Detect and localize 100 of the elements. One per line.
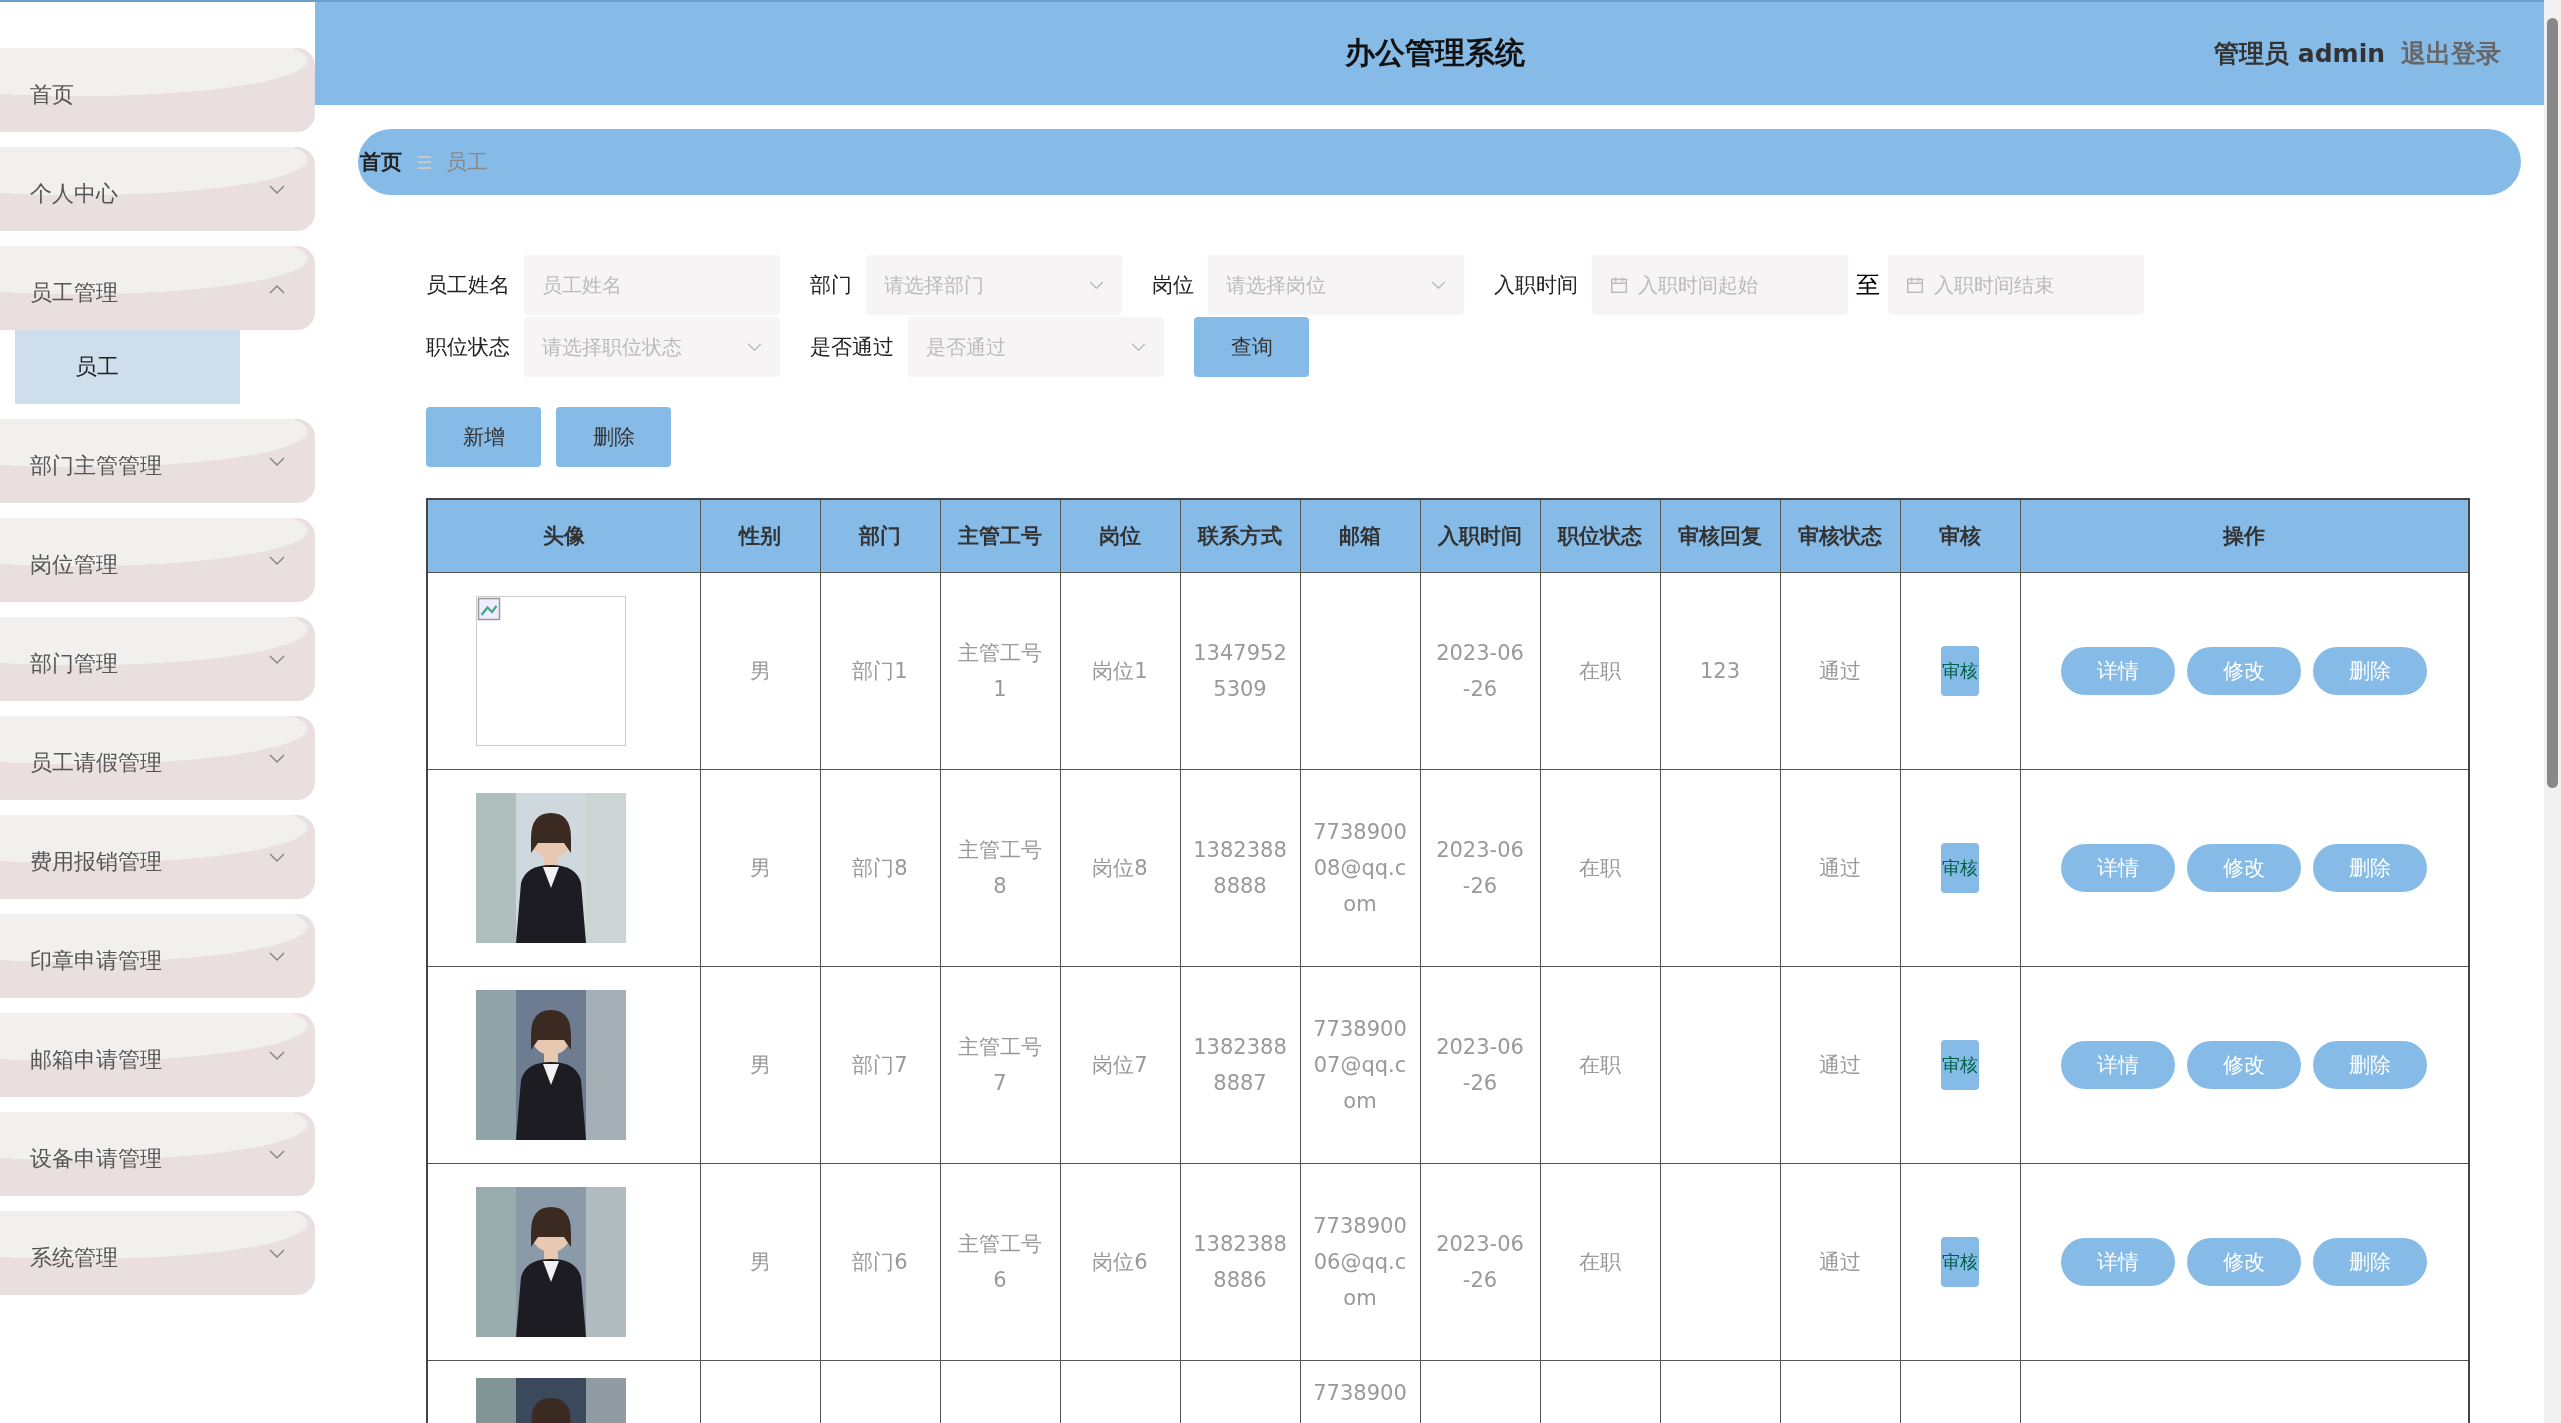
action-button[interactable]: 删除 bbox=[556, 407, 671, 467]
sidebar-item[interactable]: 设备申请管理 bbox=[0, 1112, 315, 1196]
table-cell: 13823888886 bbox=[1193, 1232, 1287, 1292]
action-button[interactable]: 新增 bbox=[426, 407, 541, 467]
row-action-button[interactable]: 删除 bbox=[2313, 647, 2428, 695]
filter-label: 入职时间 bbox=[1494, 272, 1578, 299]
table-cell: 主管工号7 bbox=[958, 1035, 1042, 1095]
column-header: 岗位 bbox=[1060, 499, 1180, 573]
row-action-button[interactable]: 修改 bbox=[2187, 647, 2302, 695]
table-cell: 在职 bbox=[1579, 1053, 1621, 1077]
row-action-button[interactable]: 删除 bbox=[2313, 844, 2428, 892]
scrollbar[interactable] bbox=[2544, 0, 2561, 1423]
filter-label: 岗位 bbox=[1152, 272, 1194, 299]
column-header: 性别 bbox=[700, 499, 820, 573]
table-cell: 13823888888 bbox=[1193, 838, 1287, 898]
table-cell: 男 bbox=[749, 1053, 771, 1077]
sidebar-item[interactable]: 个人中心 bbox=[0, 147, 315, 231]
table-cell: 2023-06-26 bbox=[1436, 1232, 1524, 1292]
table-cell: 13823888887 bbox=[1193, 1035, 1287, 1095]
table-cell: 部门1 bbox=[852, 659, 908, 683]
chevron-down-icon bbox=[1431, 280, 1446, 290]
table-cell: 男 bbox=[749, 856, 771, 880]
table-cell: 2023-06-26 bbox=[1436, 838, 1524, 898]
row-action-button[interactable]: 详情 bbox=[2061, 844, 2176, 892]
column-header: 入职时间 bbox=[1420, 499, 1540, 573]
table-cell: 2023-06-26 bbox=[1436, 641, 1524, 701]
table-cell: 在职 bbox=[1579, 659, 1621, 683]
column-header: 联系方式 bbox=[1180, 499, 1300, 573]
breadcrumb-item[interactable]: 首页 bbox=[360, 148, 402, 176]
range-separator: 至 bbox=[1856, 270, 1880, 301]
table-cell: 773890008@qq.com bbox=[1313, 820, 1407, 916]
table-cell: 通过 bbox=[1819, 1053, 1861, 1077]
sidebar-item[interactable]: 费用报销管理 bbox=[0, 815, 315, 899]
review-button[interactable]: 审核 bbox=[1941, 1040, 1979, 1090]
table-cell: 岗位7 bbox=[1092, 1053, 1148, 1077]
row-action-button[interactable]: 详情 bbox=[2061, 1041, 2176, 1089]
chevron-down-icon bbox=[1131, 342, 1146, 352]
filter-label: 员工姓名 bbox=[426, 272, 510, 299]
column-header: 审核 bbox=[1900, 499, 2020, 573]
table-cell: 123 bbox=[1699, 659, 1741, 683]
column-header: 职位状态 bbox=[1540, 499, 1660, 573]
chevron-down-icon bbox=[747, 342, 762, 352]
table-cell: 13479525309 bbox=[1193, 641, 1287, 701]
sidebar-item[interactable]: 首页 bbox=[0, 48, 315, 132]
sidebar-item[interactable]: 员工管理 bbox=[0, 246, 315, 330]
row-action-button[interactable]: 修改 bbox=[2187, 1041, 2302, 1089]
column-header: 审核状态 bbox=[1780, 499, 1900, 573]
table-cell: 7738900 bbox=[1313, 1381, 1407, 1405]
table-cell: 主管工号8 bbox=[958, 838, 1042, 898]
calendar-icon bbox=[1906, 276, 1924, 294]
table-cell: 岗位8 bbox=[1092, 856, 1148, 880]
table-cell: 岗位1 bbox=[1092, 659, 1148, 683]
column-header: 操作 bbox=[2020, 499, 2469, 573]
column-header: 邮箱 bbox=[1300, 499, 1420, 573]
column-header: 部门 bbox=[820, 499, 940, 573]
separator-icon: ☰ bbox=[416, 151, 433, 173]
table-cell: 部门8 bbox=[852, 856, 908, 880]
broken-image-icon bbox=[476, 596, 626, 746]
column-header: 头像 bbox=[427, 499, 700, 573]
table-cell: 2023-06-26 bbox=[1436, 1035, 1524, 1095]
row-action-button[interactable]: 修改 bbox=[2187, 844, 2302, 892]
sidebar-item[interactable]: 岗位管理 bbox=[0, 518, 315, 602]
sidebar-item[interactable]: 员工请假管理 bbox=[0, 716, 315, 800]
table-cell: 主管工号1 bbox=[958, 641, 1042, 701]
table-cell: 在职 bbox=[1579, 1250, 1621, 1274]
column-header: 审核回复 bbox=[1660, 499, 1780, 573]
app-title: 办公管理系统 bbox=[1345, 34, 1525, 72]
table-cell: 男 bbox=[749, 659, 771, 683]
table-cell: 773890007@qq.com bbox=[1313, 1017, 1407, 1113]
filter-label: 是否通过 bbox=[810, 334, 894, 361]
review-button[interactable]: 审核 bbox=[1941, 843, 1979, 893]
table-cell: 通过 bbox=[1819, 659, 1861, 683]
sidebar-item[interactable]: 部门主管管理 bbox=[0, 419, 315, 503]
table-cell: 男 bbox=[749, 1250, 771, 1274]
sidebar-item[interactable]: 部门管理 bbox=[0, 617, 315, 701]
column-header: 主管工号 bbox=[940, 499, 1060, 573]
table-cell: 岗位6 bbox=[1092, 1250, 1148, 1274]
table-cell: 在职 bbox=[1579, 856, 1621, 880]
calendar-icon bbox=[1610, 276, 1628, 294]
sidebar-item[interactable]: 印章申请管理 bbox=[0, 914, 315, 998]
table-cell: 773890006@qq.com bbox=[1313, 1214, 1407, 1310]
table-cell: 主管工号6 bbox=[958, 1232, 1042, 1292]
sidebar-item[interactable]: 邮箱申请管理 bbox=[0, 1013, 315, 1097]
filter-label: 部门 bbox=[810, 272, 852, 299]
filter-label: 职位状态 bbox=[426, 334, 510, 361]
logout-link[interactable]: 退出登录 bbox=[2401, 37, 2501, 70]
table-cell: 通过 bbox=[1819, 856, 1861, 880]
sidebar-subitem[interactable]: 员工 bbox=[15, 330, 240, 404]
sidebar-item[interactable]: 系统管理 bbox=[0, 1211, 315, 1295]
user-name: 管理员 admin bbox=[2214, 38, 2385, 70]
row-action-button[interactable]: 删除 bbox=[2313, 1041, 2428, 1089]
row-action-button[interactable]: 删除 bbox=[2313, 1238, 2428, 1286]
row-action-button[interactable]: 详情 bbox=[2061, 1238, 2176, 1286]
review-button[interactable]: 审核 bbox=[1941, 1237, 1979, 1287]
chevron-down-icon bbox=[1089, 280, 1104, 290]
table-cell: 部门6 bbox=[852, 1250, 908, 1274]
review-button[interactable]: 审核 bbox=[1941, 646, 1979, 696]
row-action-button[interactable]: 详情 bbox=[2061, 647, 2176, 695]
row-action-button[interactable]: 修改 bbox=[2187, 1238, 2302, 1286]
search-button[interactable]: 查询 bbox=[1194, 317, 1309, 377]
